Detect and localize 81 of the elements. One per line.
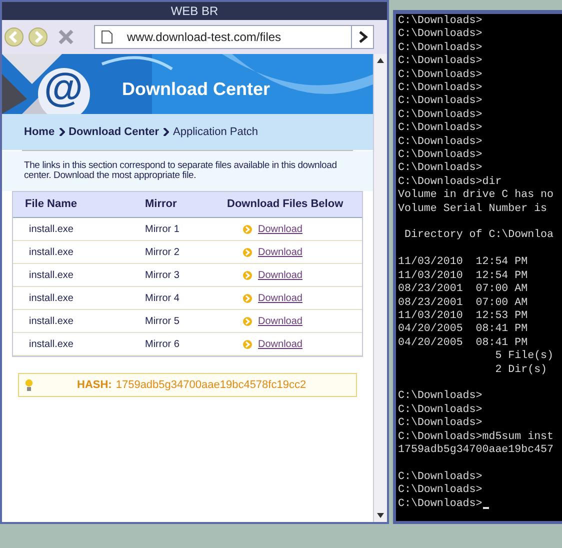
terminal-line: 1759adb5g34700aae19bc457	[398, 444, 554, 458]
terminal-line: 2 Dir(s)	[494, 364, 548, 377]
terminal-line: C:\Downloads>	[398, 390, 482, 404]
terminal-line: C:\Downloads>	[398, 122, 482, 136]
forward-icon[interactable]	[28, 27, 48, 47]
scroll-down-icon[interactable]	[377, 513, 384, 518]
terminal-line: C:\Downloads>md5sum inst	[398, 430, 554, 444]
terminal-line: 11/03/2010 12:53 PM	[398, 310, 528, 323]
terminal-line: 08/23/2001 07:00 AM	[398, 283, 528, 296]
url-text: www.download-test.com/files	[127, 29, 282, 46]
lightbulb-icon	[25, 378, 33, 392]
breadcrumb-current: Application Patch	[173, 124, 258, 140]
terminal-line: C:\Downloads>	[398, 95, 482, 109]
table-cell-text: Mirror 5	[145, 314, 180, 328]
download-link[interactable]: Download	[258, 336, 302, 352]
terminal-line: C:\Downloads>	[398, 68, 482, 82]
terminal-line: 04/20/2005 08:41 PM	[398, 323, 528, 337]
terminal-line: C:\Downloads>	[398, 498, 482, 511]
column-header: Mirror	[145, 197, 178, 212]
terminal-line: C:\Downloads>dir	[398, 176, 502, 189]
column-header: Download Files Below	[227, 197, 344, 212]
download-link[interactable]: Download	[258, 314, 302, 328]
terminal-line: C:\Downloads>	[398, 417, 482, 431]
table-cell-text: Mirror 1	[145, 222, 180, 236]
banner-title: Download Center	[122, 78, 270, 101]
terminal-line: C:\Downloads>	[398, 162, 482, 176]
hash-value: 1759adb5g34700aae19bc4578fc19cc2	[116, 378, 306, 393]
table-cell-text: install.exe	[28, 222, 74, 236]
download-link[interactable]: Download	[258, 290, 302, 306]
terminal-line: C:\Downloads>	[398, 82, 482, 95]
chevron-icon	[58, 128, 65, 136]
arrow-icon	[243, 224, 252, 234]
terminal-line: C:\Downloads>	[398, 42, 482, 55]
table-cell-text: Mirror 6	[145, 338, 180, 352]
table-cell-text: Mirror 2	[145, 246, 180, 260]
arrow-icon	[243, 248, 252, 256]
scrollbar[interactable]	[373, 54, 387, 522]
terminal-line: C:\Downloads>	[398, 136, 482, 149]
terminal-line: C:\Downloads>	[398, 55, 482, 69]
terminal-line: Volume in drive C has no	[398, 189, 554, 203]
table-cell-text: install.exe	[28, 338, 74, 352]
arrow-icon	[243, 270, 252, 280]
terminal-line: C:\Downloads>	[398, 28, 482, 42]
terminal-line: 08/23/2001 07:00 AM	[398, 296, 528, 310]
terminal-line: C:\Downloads>	[398, 15, 482, 28]
table-cell-text: install.exe	[28, 292, 74, 306]
hash-label: HASH:	[77, 378, 112, 393]
terminal-line: 5 File(s)	[494, 350, 554, 364]
breadcrumb-link[interactable]: Download Center	[68, 124, 160, 140]
chevron-icon	[163, 128, 170, 136]
terminal-line: C:\Downloads>	[398, 470, 482, 484]
terminal-line: C:\Downloads>	[398, 149, 482, 162]
terminal-line: C:\Downloads>	[398, 404, 482, 417]
terminal-line: 11/03/2010 12:54 PM	[398, 256, 528, 270]
terminal-line: 04/20/2005 08:41 PM	[398, 336, 528, 350]
logo-glyph: @	[44, 68, 84, 108]
description-text: The links in this section correspond to separate files available in this download center. Download the most appropriate file.	[24, 161, 338, 181]
window-title: WEB BR	[170, 3, 218, 20]
table-cell-text: install.exe	[28, 246, 74, 260]
table-cell-text: Mirror 4	[145, 292, 180, 306]
address-bar[interactable]: www.download-test.com/files	[94, 25, 374, 49]
table-cell-text: Mirror 3	[145, 268, 180, 282]
terminal-line: C:\Downloads>	[398, 108, 482, 122]
scroll-up-icon[interactable]	[377, 58, 384, 63]
download-link[interactable]: Download	[258, 268, 302, 282]
download-link[interactable]: Download	[258, 244, 302, 260]
download-link[interactable]: Download	[258, 222, 302, 236]
column-header: File Name	[25, 197, 78, 212]
arrow-icon	[243, 340, 252, 348]
terminal-line: Volume Serial Number is	[398, 202, 548, 216]
arrow-icon	[243, 316, 252, 326]
table-cell-text: install.exe	[28, 268, 74, 282]
breadcrumb-link[interactable]: Home	[24, 124, 55, 140]
arrow-icon	[243, 294, 252, 302]
page-icon	[101, 30, 113, 44]
close-icon[interactable]	[58, 29, 74, 45]
terminal-line: C:\Downloads>	[398, 484, 482, 498]
terminal-line: 11/03/2010 12:54 PM	[398, 270, 528, 283]
back-icon[interactable]	[4, 27, 24, 47]
terminal-line: Directory of C:\Downloa	[403, 229, 554, 243]
table-cell-text: install.exe	[28, 314, 74, 328]
